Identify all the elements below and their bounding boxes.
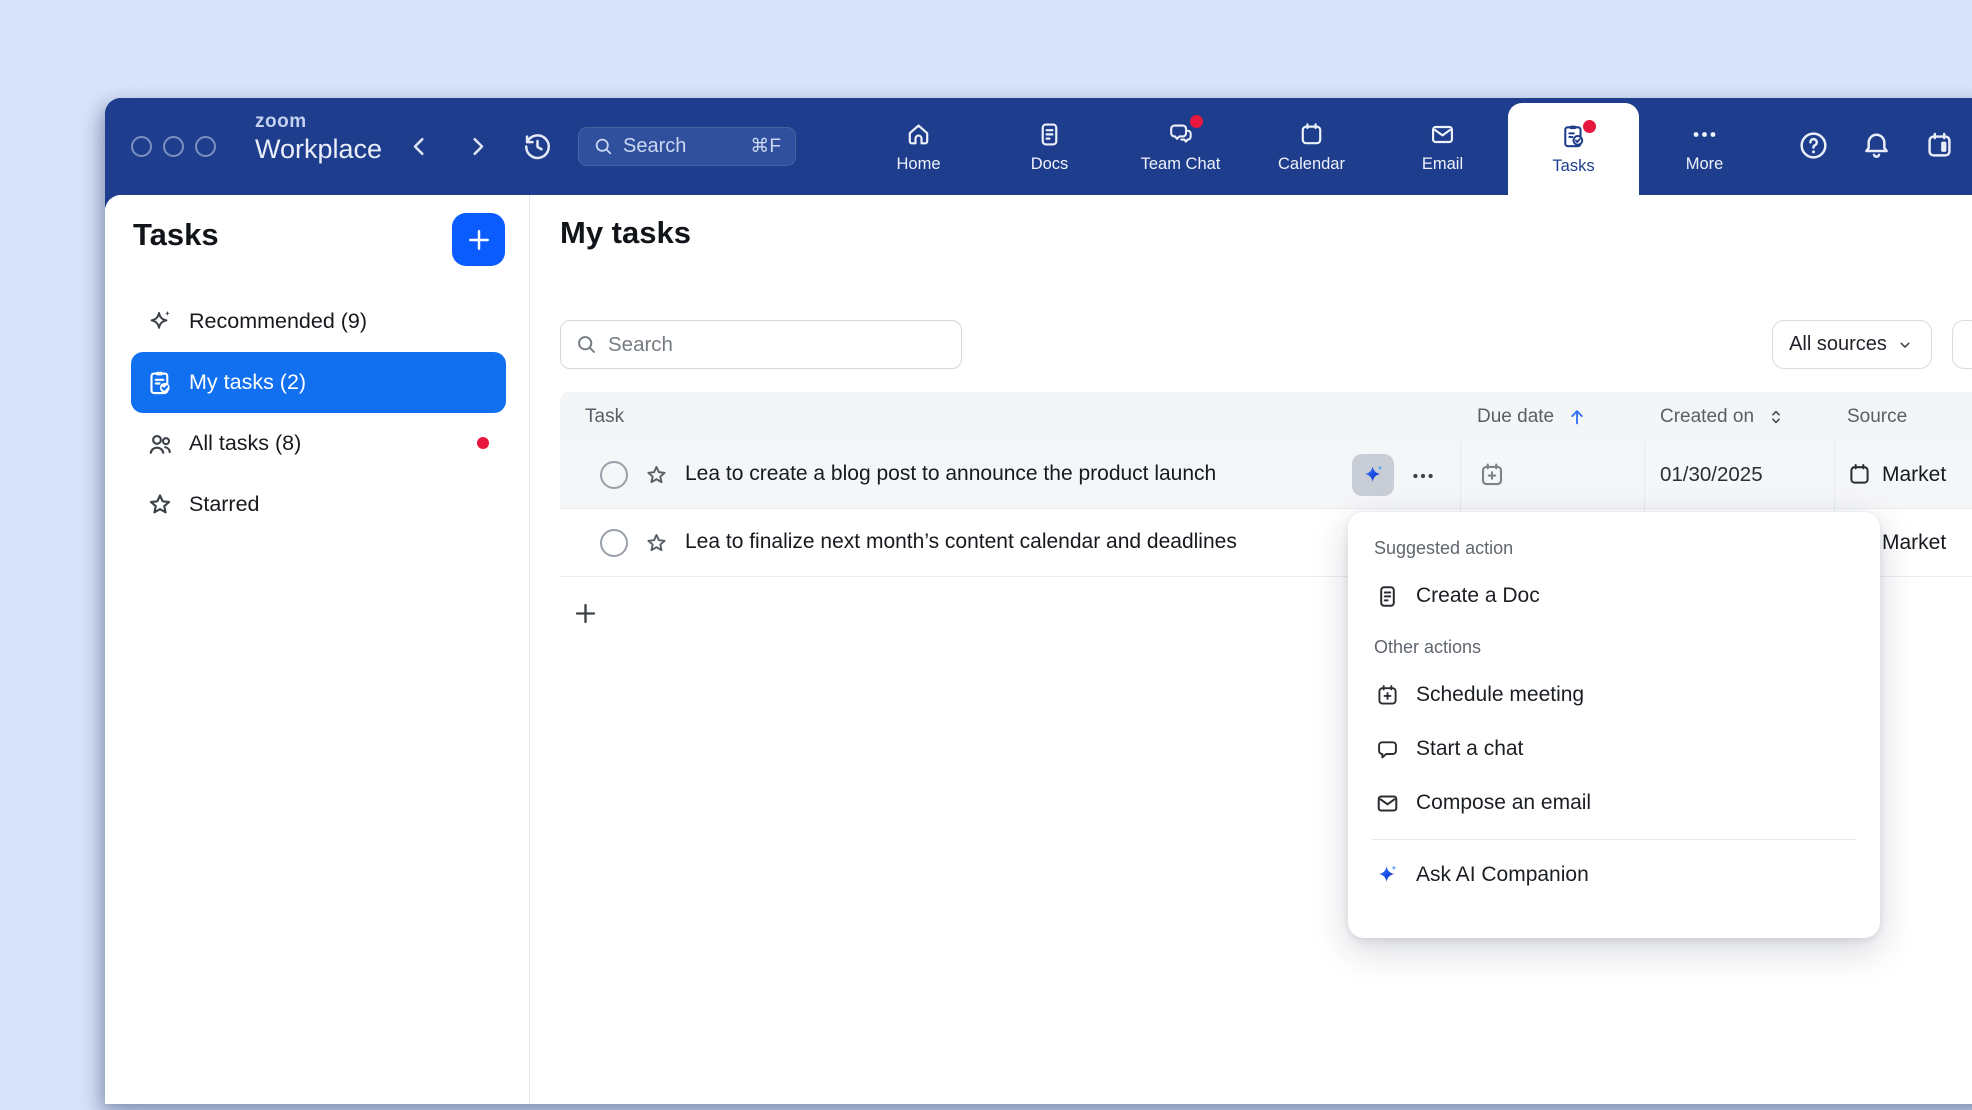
tab-docs[interactable]: Docs xyxy=(984,98,1115,195)
add-due-date-icon[interactable] xyxy=(1477,460,1507,490)
search-icon xyxy=(593,136,614,157)
menu-item-create-doc[interactable]: Create a Doc xyxy=(1348,569,1880,623)
menu-divider xyxy=(1372,839,1856,840)
task-search-input[interactable] xyxy=(608,333,947,357)
tasks-sidebar: Tasks Recommended (9) My tasks (2) All t… xyxy=(105,195,530,1104)
created-on-value: 01/30/2025 xyxy=(1660,463,1763,487)
sidebar-item-all-tasks[interactable]: All tasks (8) xyxy=(131,413,506,474)
column-header-due-date[interactable]: Due date xyxy=(1477,392,1588,441)
sort-ascending-icon[interactable] xyxy=(1566,406,1588,428)
sources-filter-dropdown[interactable]: All sources xyxy=(1772,320,1932,369)
tab-more[interactable]: More xyxy=(1639,98,1770,195)
envelope-icon xyxy=(1374,790,1401,817)
sidebar-item-my-tasks[interactable]: My tasks (2) xyxy=(131,352,506,413)
back-icon[interactable] xyxy=(406,133,433,160)
logo-zoom-text: zoom xyxy=(255,111,382,133)
home-icon xyxy=(904,120,933,149)
all-tasks-notification-dot xyxy=(477,437,489,449)
menu-item-compose-email[interactable]: Compose an email xyxy=(1348,776,1880,830)
suggested-actions-menu: Suggested action Create a Doc Other acti… xyxy=(1348,512,1880,938)
plus-icon xyxy=(465,226,493,254)
source-value: Market xyxy=(1882,463,1946,487)
titlebar-right-actions xyxy=(1797,129,1956,162)
menu-item-start-chat[interactable]: Start a chat xyxy=(1348,722,1880,776)
clipboard-check-icon xyxy=(145,368,175,398)
ai-companion-actions-button[interactable] xyxy=(1352,454,1394,496)
more-actions-icon[interactable] xyxy=(1410,463,1436,489)
page-title: My tasks xyxy=(560,215,691,251)
star-icon xyxy=(145,490,175,520)
search-icon xyxy=(575,333,598,356)
task-complete-checkbox[interactable] xyxy=(600,529,628,557)
sidebar-item-starred[interactable]: Starred xyxy=(131,474,506,535)
task-complete-checkbox[interactable] xyxy=(600,461,628,489)
column-header-task[interactable]: Task xyxy=(585,392,624,441)
doc-icon xyxy=(1374,583,1401,610)
source-calendar-icon xyxy=(1846,461,1873,488)
docs-icon xyxy=(1035,120,1064,149)
table-header: Task Due date Created on Source xyxy=(560,392,1972,441)
window-control-close[interactable] xyxy=(131,136,152,157)
calendar-icon xyxy=(1297,120,1326,149)
task-search-field[interactable] xyxy=(560,320,962,369)
chat-bubble-icon xyxy=(1374,736,1401,763)
window-control-minimize[interactable] xyxy=(163,136,184,157)
more-icon xyxy=(1690,120,1719,149)
sidebar-list: Recommended (9) My tasks (2) All tasks (… xyxy=(131,291,506,535)
tab-email[interactable]: Email xyxy=(1377,98,1508,195)
menu-section-label: Other actions xyxy=(1348,623,1880,668)
tab-team-chat[interactable]: Team Chat xyxy=(1115,98,1246,195)
sparkle-icon xyxy=(145,307,175,337)
task-title[interactable]: Lea to create a blog post to announce th… xyxy=(685,462,1216,486)
notifications-bell-icon[interactable] xyxy=(1860,129,1893,162)
task-row[interactable]: Lea to create a blog post to announce th… xyxy=(560,441,1972,509)
ai-companion-icon xyxy=(1360,462,1387,489)
star-icon[interactable] xyxy=(643,462,670,489)
tab-calendar[interactable]: Calendar xyxy=(1246,98,1377,195)
column-header-created-on[interactable]: Created on xyxy=(1660,392,1786,441)
logo-workplace-text: Workplace xyxy=(255,134,382,165)
menu-item-schedule-meeting[interactable]: Schedule meeting xyxy=(1348,668,1880,722)
forward-icon[interactable] xyxy=(464,133,491,160)
sidebar-title: Tasks xyxy=(133,217,219,253)
global-search-label: Search xyxy=(623,135,686,158)
help-icon[interactable] xyxy=(1797,129,1830,162)
chevron-down-icon xyxy=(1895,335,1915,355)
tab-home[interactable]: Home xyxy=(853,98,984,195)
sidebar-item-recommended[interactable]: Recommended (9) xyxy=(131,291,506,352)
clipped-filter-button[interactable] xyxy=(1952,320,1972,369)
side-panel-calendar-icon[interactable] xyxy=(1923,129,1956,162)
history-icon[interactable] xyxy=(521,130,554,163)
email-icon xyxy=(1428,120,1457,149)
tasks-notification-dot xyxy=(1583,120,1596,133)
ai-companion-icon xyxy=(1374,862,1401,889)
star-icon[interactable] xyxy=(643,530,670,557)
titlebar: zoom Workplace Search ⌘F Home Docs Team … xyxy=(105,98,1972,195)
new-task-button[interactable] xyxy=(452,213,505,266)
task-title[interactable]: Lea to finalize next month’s content cal… xyxy=(685,530,1237,554)
main-navigation: Home Docs Team Chat Calendar Email xyxy=(853,98,1770,195)
calendar-plus-icon xyxy=(1374,682,1401,709)
global-search-button[interactable]: Search ⌘F xyxy=(578,127,796,166)
column-header-source[interactable]: Source xyxy=(1847,392,1907,441)
team-chat-notification-dot xyxy=(1190,115,1203,128)
people-icon xyxy=(145,429,175,459)
add-task-button[interactable] xyxy=(572,600,599,627)
tab-tasks[interactable]: Tasks xyxy=(1508,103,1639,195)
source-value: Market xyxy=(1882,531,1946,555)
window-control-zoom[interactable] xyxy=(195,136,216,157)
sort-toggle-icon[interactable] xyxy=(1766,407,1786,427)
zoom-workplace-window: zoom Workplace Search ⌘F Home Docs Team … xyxy=(105,98,1972,1104)
menu-item-ask-ai-companion[interactable]: Ask AI Companion xyxy=(1348,848,1880,902)
zoom-workplace-logo: zoom Workplace xyxy=(255,111,382,165)
menu-section-label: Suggested action xyxy=(1348,535,1880,569)
search-shortcut: ⌘F xyxy=(750,135,781,158)
